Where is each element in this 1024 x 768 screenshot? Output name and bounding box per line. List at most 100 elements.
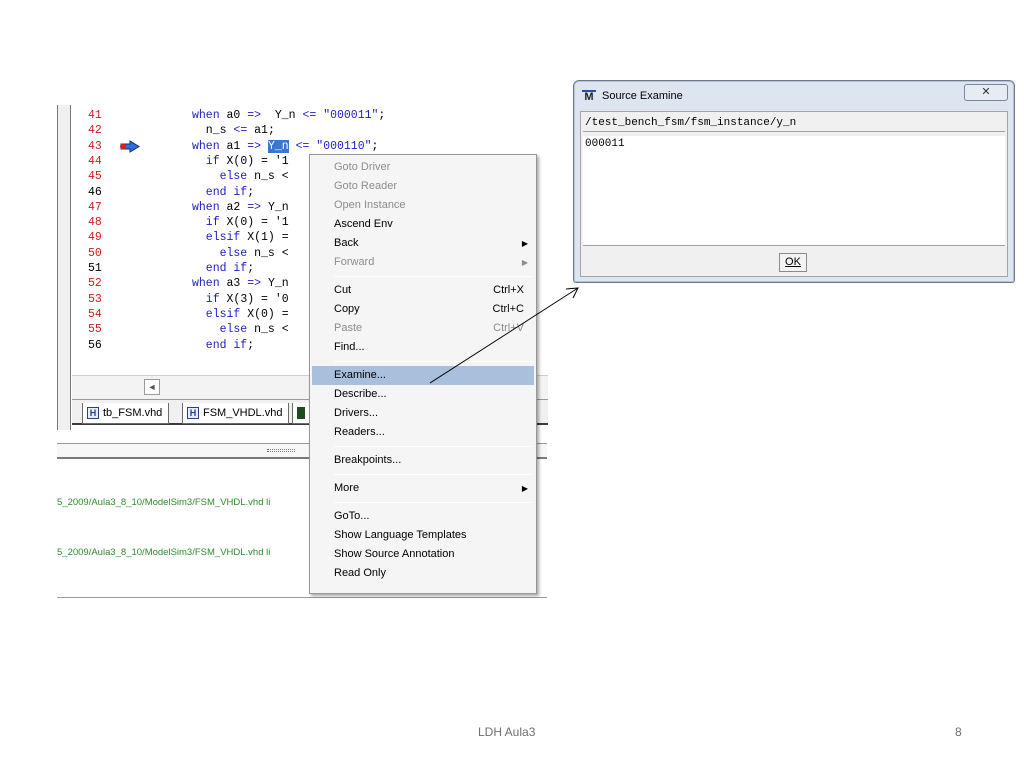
code-token: "000110" bbox=[316, 139, 372, 153]
line-number: 55 bbox=[88, 323, 102, 337]
splitter-grip[interactable] bbox=[267, 449, 295, 452]
ok-button[interactable]: OK bbox=[779, 253, 807, 272]
menu-item-label: Readers... bbox=[334, 426, 385, 438]
code-line[interactable]: 43 when a1 => Y_n <= "000110"; bbox=[72, 139, 548, 154]
code-text: n_s <= a1; bbox=[192, 123, 275, 138]
code-text: when a1 => Y_n <= "000110"; bbox=[192, 139, 378, 154]
code-text: if X(0) = '1 bbox=[192, 154, 289, 169]
code-line[interactable]: 42 n_s <= a1; bbox=[72, 123, 548, 138]
menu-item-label: Find... bbox=[334, 341, 365, 353]
code-text: end if; bbox=[192, 338, 254, 353]
scroll-left-button[interactable]: ◄ bbox=[144, 379, 160, 395]
menu-item-label: Goto Reader bbox=[334, 180, 397, 192]
menu-item-label: Open Instance bbox=[334, 199, 406, 211]
code-token: X(0) = '1 bbox=[226, 216, 289, 230]
line-number: 50 bbox=[88, 246, 102, 260]
menu-item-shortcut: Ctrl+C bbox=[492, 303, 524, 315]
menu-item-back[interactable]: Back ▶ bbox=[312, 234, 534, 253]
close-button[interactable]: ✕ bbox=[964, 84, 1008, 101]
code-token: if bbox=[192, 154, 227, 168]
menu-item-label: Examine... bbox=[334, 369, 386, 381]
code-token: if bbox=[192, 292, 227, 306]
code-token: when bbox=[192, 139, 227, 153]
code-token: n_s < bbox=[254, 246, 289, 260]
code-text: if X(3) = '0 bbox=[192, 292, 289, 307]
code-line[interactable]: 41 when a0 => Y_n <= "000011"; bbox=[72, 108, 548, 123]
menu-item-breakpoints[interactable]: Breakpoints... bbox=[312, 451, 534, 470]
vhdl-file-icon: H bbox=[187, 407, 199, 419]
code-token: end if bbox=[192, 338, 248, 352]
code-token: a2 bbox=[226, 200, 248, 214]
signal-value-box: 000011 bbox=[583, 136, 1005, 246]
menu-separator bbox=[334, 361, 532, 362]
code-token: ; bbox=[371, 139, 379, 153]
menu-item-find[interactable]: Find... bbox=[312, 338, 534, 357]
menu-item-goto-driver[interactable]: Goto Driver bbox=[312, 158, 534, 177]
code-token: elsif bbox=[192, 307, 248, 321]
code-token: when bbox=[192, 200, 227, 214]
menu-item-goto-reader[interactable]: Goto Reader bbox=[312, 177, 534, 196]
modelsim-logo-icon: M bbox=[582, 89, 596, 103]
code-token: else bbox=[192, 170, 255, 184]
selected-identifier[interactable]: Y_n bbox=[267, 139, 289, 153]
code-text: when a3 => Y_n bbox=[192, 276, 289, 291]
code-token: a3 bbox=[226, 277, 248, 291]
vhdl-file-icon: H bbox=[87, 407, 99, 419]
dialog-title-bar: M Source Examine bbox=[582, 87, 683, 105]
menu-item-paste[interactable]: Paste Ctrl+V bbox=[312, 319, 534, 338]
menu-item-ascend-env[interactable]: Ascend Env bbox=[312, 215, 534, 234]
dialog-body: /test_bench_fsm/fsm_instance/y_n 000011 … bbox=[580, 111, 1008, 277]
code-text: elsif X(1) = bbox=[192, 230, 289, 245]
menu-item-goto[interactable]: GoTo... bbox=[312, 507, 534, 526]
menu-item-label: Copy bbox=[334, 303, 360, 315]
code-token: n_s < bbox=[254, 323, 289, 337]
line-number: 44 bbox=[88, 154, 102, 168]
menu-item-describe[interactable]: Describe... bbox=[312, 385, 534, 404]
menu-item-label: Describe... bbox=[334, 388, 387, 400]
code-text: else n_s < bbox=[192, 169, 289, 184]
menu-item-label: Forward bbox=[334, 256, 375, 268]
code-token: when bbox=[192, 109, 227, 122]
code-token: Y_n bbox=[267, 277, 289, 291]
menu-item-open-instance[interactable]: Open Instance bbox=[312, 196, 534, 215]
submenu-arrow-icon: ▶ bbox=[521, 484, 528, 493]
menu-item-read-only[interactable]: Read Only bbox=[312, 564, 534, 583]
code-token: else bbox=[192, 246, 255, 260]
line-number: 49 bbox=[88, 231, 102, 245]
menu-item-examine[interactable]: Examine... bbox=[312, 366, 534, 385]
code-token: => bbox=[247, 139, 268, 153]
code-token: "000011" bbox=[323, 109, 379, 122]
menu-item-show-source-annotation[interactable]: Show Source Annotation bbox=[312, 545, 534, 564]
editor-gutter-border bbox=[57, 105, 71, 430]
line-number: 43 bbox=[88, 139, 102, 153]
line-number: 48 bbox=[88, 216, 102, 230]
code-token: <= bbox=[233, 124, 255, 138]
code-text: end if; bbox=[192, 185, 254, 200]
code-text: end if; bbox=[192, 261, 254, 276]
line-number: 45 bbox=[88, 170, 102, 184]
code-token: ; bbox=[247, 262, 255, 275]
tab-tb-fsm[interactable]: H tb_FSM.vhd bbox=[82, 403, 170, 424]
menu-item-label: Back bbox=[334, 237, 359, 249]
line-number: 46 bbox=[88, 185, 102, 199]
code-token: ; bbox=[247, 185, 255, 199]
line-number: 56 bbox=[88, 338, 102, 352]
code-token: <= bbox=[302, 109, 324, 122]
menu-item-label: Read Only bbox=[334, 567, 386, 579]
menu-item-cut[interactable]: Cut Ctrl+X bbox=[312, 281, 534, 300]
code-token: else bbox=[192, 323, 255, 337]
line-number: 54 bbox=[88, 307, 102, 321]
menu-item-copy[interactable]: Copy Ctrl+C bbox=[312, 300, 534, 319]
menu-item-readers[interactable]: Readers... bbox=[312, 423, 534, 442]
menu-item-drivers[interactable]: Drivers... bbox=[312, 404, 534, 423]
line-number: 42 bbox=[88, 124, 102, 138]
menu-item-more[interactable]: More ▶ bbox=[312, 479, 534, 498]
menu-item-label: Cut bbox=[334, 284, 352, 296]
menu-item-show-language-templates[interactable]: Show Language Templates bbox=[312, 526, 534, 545]
tab-fsm-vhdl[interactable]: H FSM_VHDL.vhd bbox=[182, 403, 290, 424]
code-text: if X(0) = '1 bbox=[192, 215, 289, 230]
menu-item-label: Goto Driver bbox=[334, 161, 391, 173]
menu-item-label: Drivers... bbox=[334, 407, 378, 419]
menu-item-forward[interactable]: Forward ▶ bbox=[312, 253, 534, 272]
signal-value: 000011 bbox=[585, 138, 625, 150]
